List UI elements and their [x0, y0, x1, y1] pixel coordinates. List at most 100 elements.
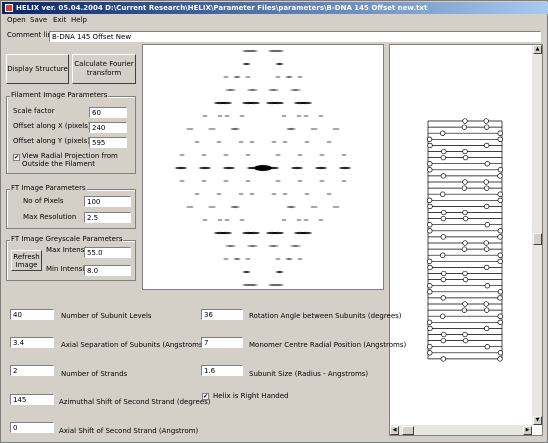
- diffraction-spot: [220, 101, 232, 105]
- radial-position-input[interactable]: 7: [201, 337, 243, 348]
- scale-factor-label: Scale factor: [13, 107, 55, 115]
- number-of-strands-input[interactable]: 2: [10, 365, 54, 376]
- diffraction-spot: [275, 62, 281, 66]
- scroll-left-arrow-icon[interactable]: ◀: [390, 426, 399, 435]
- subunit-marker: [462, 148, 468, 155]
- fourier-transform-image: [142, 44, 384, 290]
- central-spot: [254, 165, 272, 171]
- azimuthal-shift-input[interactable]: 145: [10, 394, 54, 405]
- diffraction-spot: [332, 205, 340, 209]
- subunit-marker: [497, 313, 503, 319]
- subunit-marker: [427, 344, 433, 350]
- diffraction-spot: [310, 127, 318, 131]
- diffraction-spot: [245, 257, 251, 261]
- diffraction-spot: [202, 114, 208, 118]
- diffraction-spot: [223, 153, 229, 157]
- subunit-marker: [440, 295, 446, 301]
- helix-structure-drawing: [426, 118, 504, 362]
- ft-params-title: FT Image Parameters: [10, 184, 87, 193]
- diffraction-spot: [315, 166, 327, 170]
- scale-factor-input[interactable]: 60: [89, 107, 127, 118]
- diffraction-spot: [326, 192, 332, 196]
- subunit-marker: [484, 307, 490, 313]
- subunit-marker: [461, 307, 468, 313]
- vertical-scroll-thumb[interactable]: [533, 233, 542, 245]
- menu-open[interactable]: Open: [7, 15, 26, 26]
- number-of-strands-label: Number of Strands: [61, 370, 128, 378]
- diffraction-spot: [217, 114, 223, 118]
- subunit-marker: [484, 344, 490, 350]
- comment-input[interactable]: B-DNA 145 Offset New: [49, 31, 541, 42]
- diffraction-spot: [247, 244, 255, 248]
- diffraction-spot: [194, 140, 200, 144]
- menu-bar: Open Save Exit Help: [2, 15, 548, 26]
- subunit-marker: [461, 124, 468, 130]
- scroll-right-arrow-icon[interactable]: ▶: [523, 426, 532, 435]
- refresh-image-button[interactable]: Refresh Image: [11, 250, 42, 271]
- offset-y-input[interactable]: 595: [89, 137, 127, 148]
- radial-position-label: Monomer Centre Radial Position (Angstrom…: [249, 341, 407, 349]
- diffraction-spot: [275, 179, 281, 183]
- offset-y-label: Offset along Y (pixels): [13, 137, 91, 145]
- diffraction-spot: [286, 205, 294, 209]
- scroll-up-arrow-icon[interactable]: ▲: [533, 45, 542, 54]
- radial-projection-checkbox[interactable]: ✔: [13, 154, 20, 161]
- menu-save[interactable]: Save: [30, 15, 47, 26]
- horizontal-scrollbar[interactable]: ◀ ▶: [390, 425, 532, 435]
- right-handed-checkbox[interactable]: ✔: [202, 393, 209, 400]
- diffraction-spot: [233, 75, 239, 79]
- display-structure-button[interactable]: Display Structure: [6, 54, 69, 84]
- diffraction-spot: [281, 114, 287, 118]
- diffraction-spot: [304, 192, 310, 196]
- subunit-marker: [497, 252, 503, 258]
- diffraction-spot: [282, 140, 288, 144]
- horizontal-scroll-thumb[interactable]: [402, 426, 414, 435]
- diffraction-spot: [201, 153, 207, 157]
- subunit-size-input[interactable]: 1.6: [201, 365, 243, 376]
- diffraction-spot: [247, 88, 255, 92]
- subunit-marker: [483, 301, 489, 307]
- diffraction-spot: [266, 101, 278, 105]
- axial-shift-input[interactable]: 0: [10, 422, 54, 433]
- menu-exit[interactable]: Exit: [53, 15, 66, 26]
- diffraction-spot: [294, 231, 306, 235]
- menu-help[interactable]: Help: [71, 15, 87, 26]
- scroll-down-arrow-icon[interactable]: ▼: [533, 416, 542, 425]
- subunit-marker: [497, 295, 503, 301]
- diffraction-spot: [186, 127, 194, 131]
- diffraction-spot: [296, 114, 302, 118]
- calculate-fourier-button[interactable]: Calculate Fourier transform: [72, 54, 136, 84]
- diffraction-spot: [294, 101, 306, 105]
- max-resolution-label: Max Resolution: [23, 213, 77, 221]
- diffraction-spot: [271, 140, 277, 144]
- subunit-marker: [462, 276, 469, 283]
- diffraction-spot: [286, 127, 294, 131]
- diffraction-spot: [339, 166, 351, 170]
- diffraction-spot: [225, 244, 233, 248]
- min-intensity-input[interactable]: 8.0: [84, 265, 131, 276]
- max-intensity-input[interactable]: 55.0: [84, 247, 131, 258]
- diffraction-spot: [224, 218, 230, 222]
- subunit-marker: [427, 289, 433, 295]
- subunit-marker: [483, 179, 489, 185]
- pixels-input[interactable]: 100: [84, 196, 131, 207]
- max-resolution-input[interactable]: 2.5: [84, 212, 131, 223]
- subunit-marker: [440, 337, 446, 344]
- diffraction-pattern: [175, 49, 351, 287]
- window-title: HELIX ver. 05.04.2004 D:\Current Researc…: [16, 4, 428, 12]
- axial-separation-input[interactable]: 3.4: [10, 337, 54, 348]
- diffraction-spot: [245, 153, 251, 157]
- vertical-scrollbar[interactable]: ▲ ▼: [532, 45, 542, 425]
- subunit-levels-input[interactable]: 40: [10, 309, 54, 320]
- subunit-marker: [497, 173, 503, 179]
- rotation-angle-input[interactable]: 36: [201, 309, 243, 320]
- subunit-marker: [426, 319, 433, 325]
- offset-x-input[interactable]: 240: [89, 122, 127, 133]
- diffraction-spot: [216, 140, 222, 144]
- diffraction-spot: [303, 218, 309, 222]
- subunit-marker: [440, 276, 446, 283]
- diffraction-spot: [275, 257, 281, 261]
- subunit-marker: [427, 142, 433, 149]
- diffraction-spot: [319, 153, 325, 157]
- azimuthal-shift-label: Azimuthal Shift of Second Strand (degree…: [59, 398, 211, 406]
